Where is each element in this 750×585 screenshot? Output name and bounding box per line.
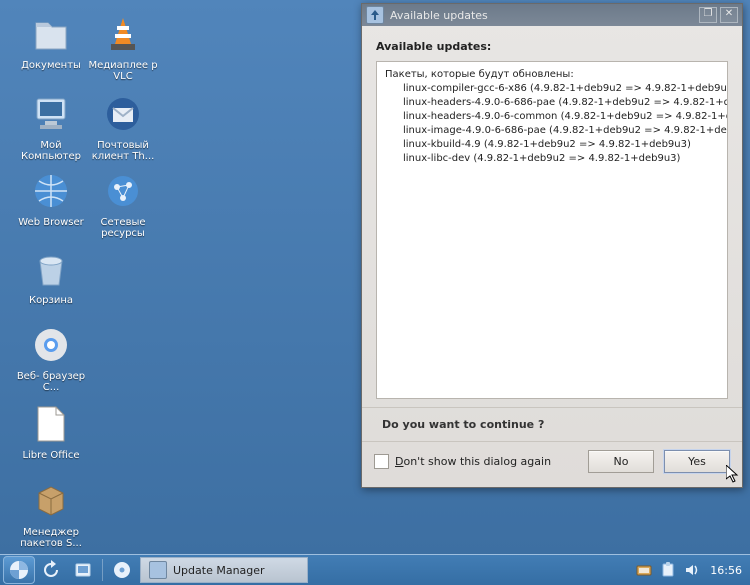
dialog-titlebar[interactable]: Available updates ❐ ✕	[362, 4, 742, 26]
desktop-icon-label: Веб- браузер С...	[16, 371, 86, 393]
taskbar-clock[interactable]: 16:56	[710, 564, 742, 577]
mycomputer-icon	[27, 90, 75, 138]
synaptic-icon	[27, 477, 75, 525]
desktop-icon-label: Менеджер пакетов S...	[16, 527, 86, 549]
desktop-icon-vlc[interactable]: Медиаплее р VLC	[88, 10, 158, 82]
software-update-icon	[149, 561, 167, 579]
dialog-heading: Available updates:	[376, 40, 728, 53]
package-line: linux-compiler-gcc-6-x86 (4.9.82-1+deb9u…	[385, 82, 719, 96]
desktop-icon-label: Сетевые ресурсы	[88, 217, 158, 239]
taskbar[interactable]: Update Manager 16:56	[0, 554, 750, 585]
network-icon	[99, 167, 147, 215]
vlc-icon	[99, 10, 147, 58]
chrome-icon	[27, 321, 75, 369]
webbrowser-icon	[27, 167, 75, 215]
documents-icon	[27, 10, 75, 58]
package-line: linux-headers-4.9.0-6-common (4.9.82-1+d…	[385, 110, 719, 124]
quick-launch-showdesktop[interactable]	[69, 557, 97, 583]
desktop-icon-webbrowser[interactable]: Web Browser	[16, 167, 86, 228]
package-line: linux-libc-dev (4.9.82-1+deb9u2 => 4.9.8…	[385, 152, 719, 166]
package-line: linux-headers-4.9.0-6-686-pae (4.9.82-1+…	[385, 96, 719, 110]
taskbar-task-update-manager[interactable]: Update Manager	[140, 557, 308, 583]
desktop-icon-documents[interactable]: Документы	[16, 10, 86, 71]
desktop[interactable]: ДокументыМедиаплее р VLC Мой КомпьютерПоч…	[0, 0, 750, 555]
software-update-icon	[366, 6, 384, 24]
tray-volume-icon[interactable]	[683, 561, 701, 579]
taskbar-separator	[102, 559, 103, 581]
desktop-icon-trash[interactable]: Корзина	[16, 245, 86, 306]
quick-launch-disc[interactable]	[108, 557, 136, 583]
desktop-icon-label: Web Browser	[16, 217, 86, 228]
desktop-icon-chrome[interactable]: Веб- браузер С...	[16, 321, 86, 393]
tray-keyboard-icon[interactable]	[635, 561, 653, 579]
desktop-icon-label: Libre Office	[16, 450, 86, 461]
no-button[interactable]: No	[588, 450, 654, 473]
desktop-icon-synaptic[interactable]: Менеджер пакетов S...	[16, 477, 86, 549]
desktop-icon-label: Мой Компьютер	[16, 140, 86, 162]
package-line: linux-kbuild-4.9 (4.9.82-1+deb9u2 => 4.9…	[385, 138, 719, 152]
quick-launch-refresh[interactable]	[37, 557, 65, 583]
desktop-icon-thunderbird[interactable]: Почтовый клиент Th...	[88, 90, 158, 162]
package-line: linux-image-4.9.0-6-686-pae (4.9.82-1+de…	[385, 124, 719, 138]
desktop-icon-label: Медиаплее р VLC	[88, 60, 158, 82]
trash-icon	[27, 245, 75, 293]
yes-button[interactable]: Yes	[664, 450, 730, 473]
confirm-prompt: Do you want to continue ?	[362, 408, 742, 441]
desktop-icon-network[interactable]: Сетевые ресурсы	[88, 167, 158, 239]
window-maximize-button[interactable]: ❐	[699, 7, 717, 23]
libreoffice-icon	[27, 400, 75, 448]
desktop-icon-label: Корзина	[16, 295, 86, 306]
desktop-icon-label: Документы	[16, 60, 86, 71]
dialog-title: Available updates	[390, 9, 488, 22]
updates-textarea[interactable]: Пакеты, которые будут обновлены: linux-c…	[376, 61, 728, 399]
start-menu-button[interactable]	[3, 556, 35, 584]
thunderbird-icon	[99, 90, 147, 138]
desktop-icon-label: Почтовый клиент Th...	[88, 140, 158, 162]
dont-show-again-label: Don't show this dialog again	[395, 455, 551, 468]
packages-header: Пакеты, которые будут обновлены:	[385, 68, 719, 82]
desktop-icon-libreoffice[interactable]: Libre Office	[16, 400, 86, 461]
desktop-icon-mycomputer[interactable]: Мой Компьютер	[16, 90, 86, 162]
task-label: Update Manager	[173, 564, 265, 577]
system-tray: 16:56	[632, 561, 750, 579]
window-close-button[interactable]: ✕	[720, 7, 738, 23]
tray-clipboard-icon[interactable]	[659, 561, 677, 579]
update-dialog: Available updates ❐ ✕ Available updates:…	[361, 3, 743, 488]
dont-show-again-checkbox[interactable]	[374, 454, 389, 469]
